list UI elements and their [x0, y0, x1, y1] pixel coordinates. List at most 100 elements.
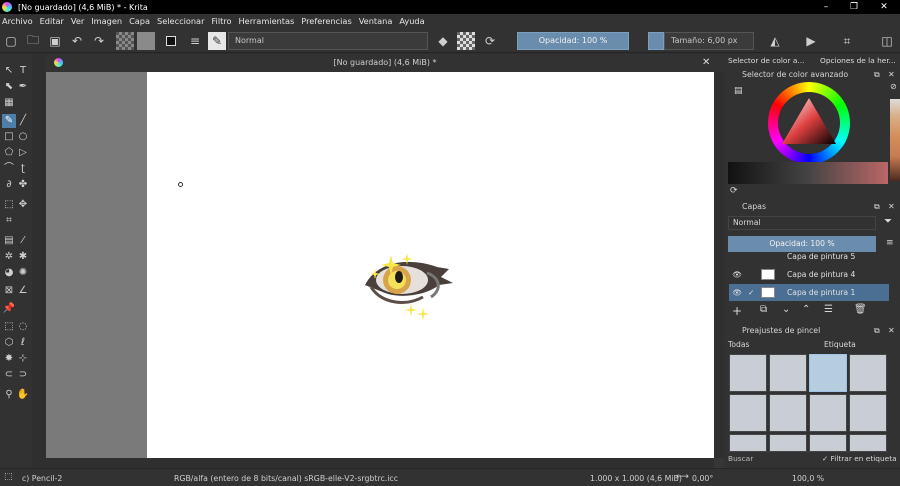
move-layer-down-icon[interactable]: ⌄ [782, 304, 790, 315]
gradient-preset-icon[interactable] [116, 32, 134, 50]
menu-ventana[interactable]: Ventana [359, 16, 393, 26]
alpha-lock-icon[interactable] [457, 32, 475, 50]
brush-preset[interactable] [769, 354, 807, 392]
multibrush-icon[interactable]: ✤ [16, 178, 30, 192]
bezier-select-icon[interactable]: ⊂ [2, 368, 16, 382]
close-document-button[interactable]: ✕ [702, 54, 710, 72]
duplicate-layer-icon[interactable]: ⧉ [760, 304, 767, 315]
minimize-button[interactable]: – [812, 0, 840, 14]
vertical-scrollbar[interactable] [714, 72, 724, 458]
layer-filter-icon[interactable]: ⏷ [884, 216, 892, 227]
color-settings-icon[interactable]: ▤ [734, 86, 743, 96]
line-tool-icon[interactable]: ╱ [16, 114, 30, 128]
tab-tool-options[interactable]: Opciones de la her... [820, 56, 900, 68]
brush-preset[interactable] [849, 354, 887, 392]
pattern-preset-icon[interactable] [137, 32, 155, 50]
undo-icon[interactable]: ↶ [68, 32, 86, 50]
close-window-button[interactable]: ✕ [870, 0, 898, 14]
polygon-tool-icon[interactable]: ⬠ [2, 146, 16, 160]
brush-preset[interactable] [809, 394, 847, 432]
no-color-icon[interactable]: ⊘ [890, 82, 897, 91]
layers-float-icon[interactable]: ⧉ [874, 202, 880, 212]
layer-opacity-slider[interactable]: Opacidad: 100 % [728, 236, 876, 252]
fg-bg-color-icon[interactable] [162, 32, 180, 50]
float-panel-icon[interactable]: ⧉ [874, 70, 880, 80]
delete-layer-icon[interactable]: 🗑 [854, 304, 867, 315]
rect-select-icon[interactable]: ⬚ [2, 320, 16, 334]
calligraphy-icon[interactable]: ✒ [16, 80, 30, 94]
brushes-float-icon[interactable]: ⧉ [874, 326, 880, 336]
workspace-icon[interactable]: ◫ [878, 32, 896, 50]
freehand-brush-icon[interactable]: ✎ [2, 114, 16, 128]
crop-tool-icon[interactable]: ⌗ [2, 214, 16, 228]
rotation-value[interactable]: 0,00° [692, 474, 713, 483]
fill-tool-icon[interactable]: ◕ [2, 266, 16, 280]
zoom-tool-icon[interactable]: ⚲ [2, 388, 16, 402]
brush-preset[interactable] [809, 434, 847, 452]
assistant-tool-icon[interactable]: ⊠ [2, 284, 16, 298]
layer-properties-icon[interactable]: ☰ [824, 304, 833, 315]
ellipse-tool-icon[interactable]: ○ [16, 130, 30, 144]
move-tool-icon[interactable]: ✥ [16, 198, 30, 212]
gradient-edit-icon[interactable]: ▦ [2, 96, 16, 110]
close-panel-icon[interactable]: ✕ [888, 70, 895, 79]
mirror-horizontal-icon[interactable]: ◭ [766, 32, 784, 50]
move-layer-up-icon[interactable]: ⌃ [802, 304, 810, 315]
add-layer-icon[interactable]: + [732, 304, 742, 318]
brush-tag-select[interactable]: Etiqueta [824, 339, 878, 351]
save-icon[interactable]: ▣ [46, 32, 64, 50]
brush-preset-selected[interactable] [809, 354, 847, 392]
refresh-color-icon[interactable]: ⟳ [730, 186, 738, 196]
layer-row[interactable]: 👁 Capa de pintura 4 [729, 266, 889, 283]
layer-row[interactable]: Capa de pintura 5 [729, 252, 889, 262]
brushes-close-icon[interactable]: ✕ [888, 326, 895, 335]
select-shape-icon[interactable]: ↖ [2, 64, 16, 78]
brush-preset[interactable] [729, 394, 767, 432]
transform-tool-icon[interactable]: ⬚ [2, 198, 16, 212]
polyline-tool-icon[interactable]: ▷ [16, 146, 30, 160]
opacity-slider[interactable]: Opacidad: 100 % [517, 32, 629, 50]
layer-blend-mode-select[interactable]: Normal [728, 216, 876, 230]
canvas[interactable] [147, 72, 714, 458]
wrap-around-icon[interactable]: ⌗ [838, 32, 856, 50]
menu-archivo[interactable]: Archivo [2, 16, 33, 26]
brush-search-input[interactable]: Buscar [728, 454, 818, 466]
visibility-eye-icon[interactable]: 👁 [732, 266, 742, 283]
layers-menu-icon[interactable]: ≡ [886, 238, 894, 248]
rectangle-tool-icon[interactable]: □ [2, 130, 16, 144]
freehand-path-icon[interactable]: ʈ [16, 162, 30, 176]
maximize-button[interactable]: ❐ [840, 0, 868, 14]
similar-select-icon[interactable]: ⊹ [16, 352, 30, 366]
brush-preset[interactable] [849, 394, 887, 432]
reload-preset-icon[interactable]: ⟳ [481, 32, 499, 50]
menu-ver[interactable]: Ver [71, 16, 84, 26]
edit-shape-icon[interactable]: ⬉ [2, 80, 16, 94]
color-history-strip[interactable] [890, 99, 900, 181]
document-tab[interactable]: [No guardado] (4,6 MiB) * ✕ [46, 54, 724, 72]
layers-close-icon[interactable]: ✕ [888, 202, 895, 211]
smart-patch-icon[interactable]: ✱ [16, 250, 30, 264]
mirror-vertical-icon[interactable]: ▶ [802, 32, 820, 50]
menu-seleccionar[interactable]: Seleccionar [157, 16, 204, 26]
visibility-eye-icon[interactable]: 👁 [732, 284, 742, 301]
menu-herramientas[interactable]: Herramientas [239, 16, 295, 26]
flow-slider-handle[interactable] [648, 32, 664, 50]
brush-preset[interactable] [729, 434, 767, 452]
polygon-select-icon[interactable]: ⬡ [2, 336, 16, 350]
dynamic-brush-icon[interactable]: ∂ [2, 178, 16, 192]
text-tool-icon[interactable]: T [16, 64, 30, 78]
color-picker-icon[interactable]: ⁄ [16, 234, 30, 248]
measure-tool-icon[interactable]: ∠ [16, 284, 30, 298]
open-folder-icon[interactable]: 🗀 [24, 32, 42, 50]
hue-ring[interactable] [768, 82, 850, 164]
redo-icon[interactable]: ↷ [90, 32, 108, 50]
bezier-tool-icon[interactable]: ⌒ [2, 162, 16, 176]
layer-row-selected[interactable]: 👁 ✓ Capa de pintura 1 [729, 284, 889, 301]
menu-imagen[interactable]: Imagen [91, 16, 122, 26]
brush-preset-icon[interactable]: ✎ [208, 32, 226, 50]
shade-selector[interactable] [728, 162, 888, 184]
menu-editar[interactable]: Editar [40, 16, 64, 26]
brush-settings-icon[interactable]: ≡ [186, 32, 204, 50]
new-document-icon[interactable]: ▢ [2, 32, 20, 50]
brush-preset[interactable] [729, 354, 767, 392]
